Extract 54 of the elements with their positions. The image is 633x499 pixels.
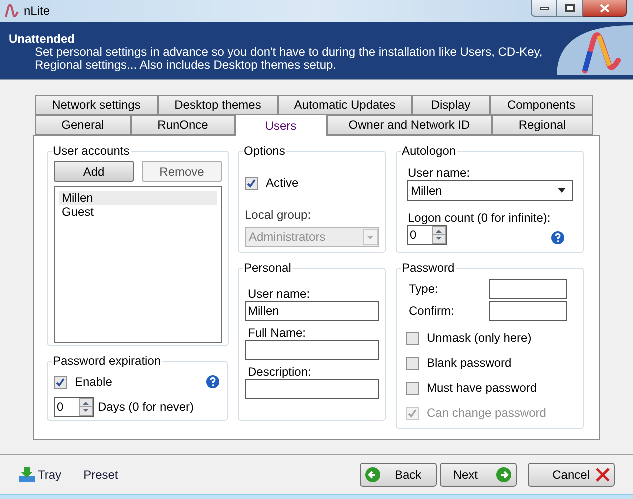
- field-value: Millen: [248, 304, 280, 318]
- field-label: Confirm:: [409, 303, 454, 320]
- dropdown-value: Millen: [411, 182, 444, 200]
- tab[interactable]: Components: [490, 95, 593, 115]
- checkbox-label: Enable: [75, 374, 112, 391]
- next-button[interactable]: Next: [440, 462, 517, 486]
- list-button[interactable]: Remove: [142, 161, 222, 182]
- user-list[interactable]: Millen Guest: [54, 186, 222, 343]
- cancel-button[interactable]: Cancel: [528, 462, 615, 486]
- number-field[interactable]: 0: [54, 397, 94, 417]
- field-label: Local group:: [245, 207, 312, 224]
- header-description: Regional settings... Also includes Desktop themes setup.: [34, 59, 336, 72]
- group-title: Password: [401, 260, 456, 277]
- checkbox-label: Unmask (only here): [427, 330, 532, 347]
- field-label: Description:: [247, 365, 312, 379]
- checkbox-label: Active: [266, 175, 299, 192]
- window-title: nLite: [24, 3, 50, 20]
- tab[interactable]: Regional: [492, 115, 593, 135]
- group-title: Autologon: [401, 143, 458, 160]
- text-field[interactable]: Millen: [245, 301, 379, 321]
- days-label: Days (0 for never): [98, 399, 194, 416]
- header-description: Set personal settings in advance so you don't have to during the installation like Users, CD-Key,: [34, 46, 543, 59]
- dropdown-value: Administrators: [249, 229, 327, 246]
- header-title: Unattended: [9, 32, 76, 46]
- tab[interactable]: Automatic Updates: [278, 95, 412, 115]
- list-item[interactable]: Guest: [59, 205, 217, 219]
- tab[interactable]: Users: [235, 114, 327, 136]
- tab[interactable]: General: [35, 115, 131, 135]
- group-title: Password expiration: [52, 353, 162, 370]
- tab[interactable]: Network settings: [35, 95, 158, 115]
- group-title: Personal: [243, 260, 292, 277]
- group-title: User accounts: [52, 143, 131, 160]
- number-value: 0: [56, 399, 65, 416]
- checkbox-label: Can change password: [427, 405, 546, 422]
- tab[interactable]: RunOnce: [131, 115, 235, 135]
- field-label: User name:: [407, 166, 472, 180]
- number-value: 0: [409, 227, 418, 244]
- field-label: Type:: [409, 281, 438, 298]
- user-dropdown[interactable]: Millen: [407, 180, 573, 201]
- checkbox-label: Must have password: [427, 380, 538, 397]
- group-title: Options: [243, 143, 286, 160]
- list-button[interactable]: Add: [54, 161, 134, 182]
- number-field[interactable]: 0: [407, 225, 447, 245]
- preset-link[interactable]: Preset: [84, 466, 118, 484]
- tab[interactable]: Display: [412, 95, 490, 115]
- back-button[interactable]: Back: [360, 462, 437, 486]
- list-item[interactable]: Millen: [59, 191, 217, 205]
- field-label: User name:: [247, 287, 312, 301]
- field-label: Full Name:: [247, 326, 308, 340]
- tab[interactable]: Desktop themes: [158, 95, 278, 115]
- tray-link[interactable]: Tray: [18, 466, 62, 484]
- field-label: Logon count (0 for infinite):: [407, 211, 552, 225]
- tab[interactable]: Owner and Network ID: [327, 115, 492, 135]
- checkbox-label: Blank password: [427, 355, 512, 372]
